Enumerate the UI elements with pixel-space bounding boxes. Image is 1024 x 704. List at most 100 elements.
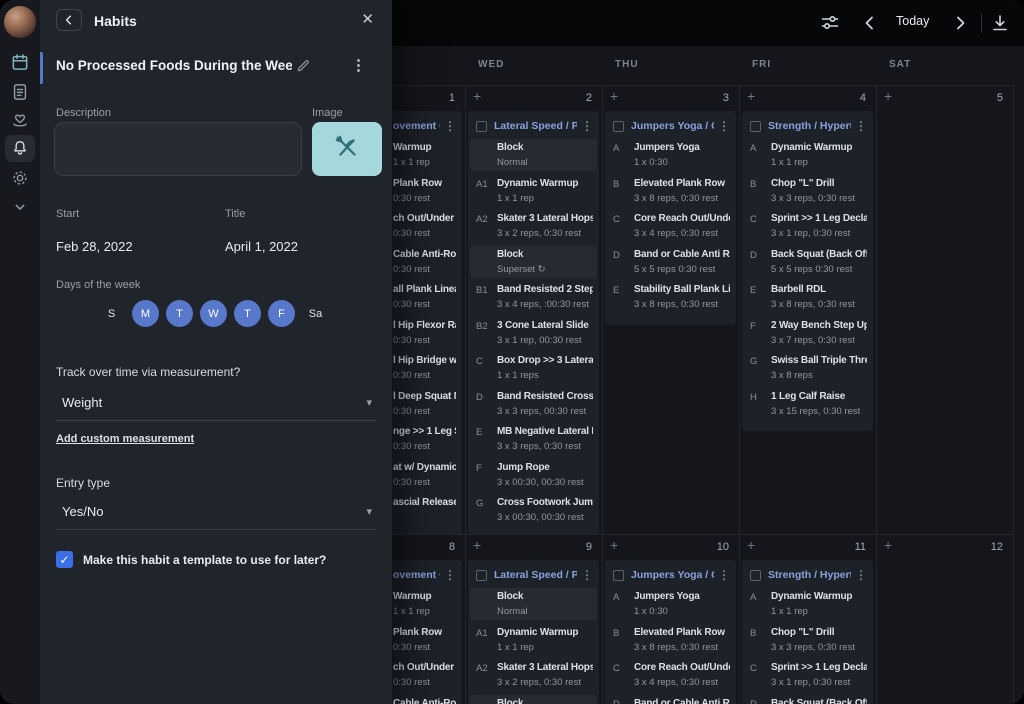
exercise-name: ch Out/Under — [393, 213, 456, 224]
workout-card[interactable]: Jumpers Yoga / Core⋮AJumpers Yoga1 x 0:3… — [605, 111, 736, 325]
avatar[interactable] — [4, 6, 36, 38]
day-toggle-0[interactable]: S — [98, 300, 125, 327]
workout-title[interactable]: Jumpers Yoga / Core — [631, 569, 714, 581]
heart-hands-icon[interactable] — [10, 110, 30, 130]
day-toggle-4[interactable]: T — [234, 300, 261, 327]
exercise-name: Stability Ball Plank Linear ... — [634, 284, 730, 295]
workout-card[interactable]: Strength / Hypertro...⋮ADynamic Warmup1 … — [742, 111, 873, 431]
workout-checkbox[interactable] — [750, 121, 761, 132]
start-date-value[interactable]: Feb 28, 2022 — [56, 239, 133, 254]
close-icon[interactable]: ✕ — [361, 10, 374, 28]
day-header-wed: WED — [478, 59, 504, 70]
calendar-cell: +2Lateral Speed / Plyo⋮BlockNormalA1Dyna… — [466, 85, 603, 534]
add-workout-button[interactable]: + — [473, 88, 481, 104]
workout-menu-icon[interactable]: ⋮ — [444, 568, 456, 582]
calendar-icon[interactable] — [10, 52, 30, 72]
add-custom-measurement-link[interactable]: Add custom measurement — [56, 433, 194, 445]
workout-menu-icon[interactable]: ⋮ — [581, 119, 593, 133]
entry-type-select[interactable]: Yes/No ▾ — [56, 500, 376, 530]
workout-menu-icon[interactable]: ⋮ — [855, 119, 867, 133]
template-checkbox-row: ✓ Make this habit a template to use for … — [56, 551, 326, 568]
exercise-name: Back Squat (Back Off Set) — [771, 249, 867, 260]
back-button[interactable] — [56, 9, 82, 31]
block-item: BlockSuperset ↻ — [470, 695, 597, 704]
exercise-label: A — [750, 591, 771, 603]
workout-title[interactable]: Strength / Hypertro... — [768, 120, 851, 132]
day-toggle-2[interactable]: T — [166, 300, 193, 327]
add-workout-button[interactable]: + — [747, 537, 755, 553]
exercise-detail: 3 x 8 reps, 0:30 rest — [634, 299, 730, 310]
exercise-name: Jumpers Yoga — [634, 142, 730, 153]
exercise-detail: 3 x 2 reps, 0:30 rest — [497, 228, 593, 239]
exercise-item: DBand Resisted Crossover...3 x 3 reps, 0… — [476, 388, 593, 424]
add-workout-button[interactable]: + — [747, 88, 755, 104]
workout-checkbox[interactable] — [613, 570, 624, 581]
measurement-select[interactable]: Weight ▾ — [56, 391, 376, 421]
workout-title[interactable]: ovement Q... — [393, 569, 440, 581]
workout-title[interactable]: Lateral Speed / Plyo — [494, 120, 577, 132]
edit-icon[interactable] — [296, 58, 311, 73]
exercise-detail: 3 x 4 reps, 0:30 rest — [634, 228, 730, 239]
workout-title[interactable]: ovement Q... — [393, 120, 440, 132]
document-icon[interactable] — [10, 82, 30, 102]
exercise-detail: 0:30 rest — [393, 406, 456, 417]
exercise-item: H1 Leg Calf Raise3 x 15 reps, 0:30 rest — [750, 388, 867, 424]
exercise-detail: 0:30 rest — [393, 477, 456, 488]
exercise-item: l Deep Squat Mo...0:30 rest — [393, 388, 456, 424]
exercise-label: B — [750, 627, 771, 639]
workout-card[interactable]: Lateral Speed / Plyo⋮BlockNormalA1Dynami… — [468, 560, 599, 704]
exercise-name: Dynamic Warmup — [771, 591, 867, 602]
exercise-label: B — [613, 627, 634, 639]
exercise-name: Back Squat (Back Off Set) — [771, 698, 867, 704]
workout-card[interactable]: Jumpers Yoga / Core⋮AJumpers Yoga1 x 0:3… — [605, 560, 736, 704]
workout-menu-icon[interactable]: ⋮ — [718, 568, 730, 582]
workout-menu-icon[interactable]: ⋮ — [581, 568, 593, 582]
exercise-name: Sprint >> 1 Leg Declarations — [771, 662, 867, 673]
calendar-cell: +5 — [877, 85, 1014, 534]
workout-checkbox[interactable] — [750, 570, 761, 581]
cell-date-number: 12 — [991, 541, 1003, 553]
workout-checkbox[interactable] — [476, 121, 487, 132]
exercise-name: Cable Anti-Rotati... — [393, 698, 456, 704]
habit-menu-icon[interactable]: ⋮ — [351, 56, 366, 74]
description-input[interactable] — [54, 122, 302, 176]
workout-title[interactable]: Lateral Speed / Plyo — [494, 569, 577, 581]
exercise-name: Sprint >> 1 Leg Declarations — [771, 213, 867, 224]
workout-card[interactable]: Strength / Hypertro...⋮ADynamic Warmup1 … — [742, 560, 873, 704]
bell-icon[interactable] — [10, 138, 30, 158]
day-toggle-1[interactable]: M — [132, 300, 159, 327]
template-checkbox[interactable]: ✓ — [56, 551, 73, 568]
day-toggle-5[interactable]: F — [268, 300, 295, 327]
exercise-label: A2 — [476, 662, 497, 674]
cell-date-number: 3 — [723, 92, 729, 104]
exercise-item: Cable Anti-Rotati...0:30 rest — [393, 695, 456, 704]
exercise-item: A2Skater 3 Lateral Hops >> ...3 x 2 reps… — [476, 210, 593, 246]
day-toggle-6[interactable]: Sa — [302, 300, 329, 327]
day-toggle-3[interactable]: W — [200, 300, 227, 327]
exercise-label — [476, 142, 497, 143]
workout-title[interactable]: Jumpers Yoga / Core — [631, 120, 714, 132]
exercise-item: DBack Squat (Back Off Set)5 x 5 reps 0:3… — [750, 246, 867, 282]
add-workout-button[interactable]: + — [884, 88, 892, 104]
exercise-label: E — [750, 284, 771, 296]
exercise-detail: 3 x 4 reps, 0:30 rest — [634, 677, 730, 688]
chevron-down-icon: ▾ — [366, 505, 372, 518]
workout-title[interactable]: Strength / Hypertro... — [768, 569, 851, 581]
workout-checkbox[interactable] — [476, 570, 487, 581]
add-workout-button[interactable]: + — [473, 537, 481, 553]
workout-menu-icon[interactable]: ⋮ — [444, 119, 456, 133]
add-workout-button[interactable]: + — [884, 537, 892, 553]
add-workout-button[interactable]: + — [610, 88, 618, 104]
workout-checkbox[interactable] — [613, 121, 624, 132]
workout-menu-icon[interactable]: ⋮ — [855, 568, 867, 582]
end-date-value[interactable]: April 1, 2022 — [225, 239, 298, 254]
add-workout-button[interactable]: + — [610, 537, 618, 553]
image-picker[interactable] — [312, 122, 382, 176]
chevron-down-icon[interactable] — [10, 197, 30, 217]
workout-menu-icon[interactable]: ⋮ — [718, 119, 730, 133]
workout-card[interactable]: Lateral Speed / Plyo⋮BlockNormalA1Dynami… — [468, 111, 599, 534]
exercise-label: D — [613, 698, 634, 704]
exercise-label: D — [750, 249, 771, 261]
gear-icon[interactable] — [10, 168, 30, 188]
start-label: Start — [56, 208, 79, 220]
